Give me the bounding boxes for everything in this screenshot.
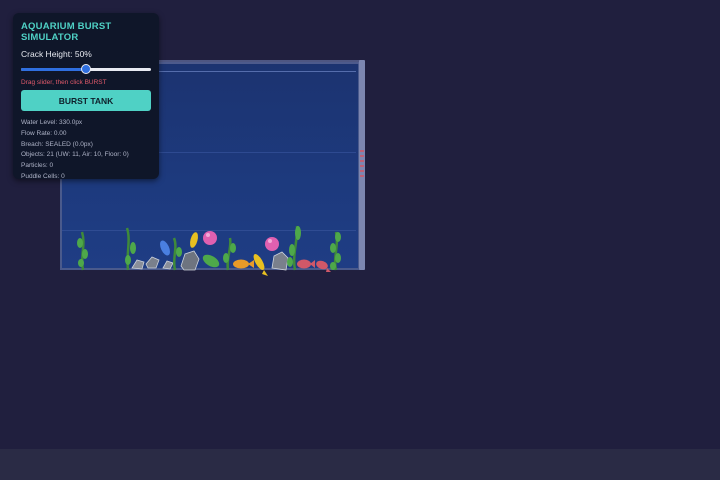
- stat-water-level: Water Level: 330.0px: [21, 119, 83, 126]
- rock-3: [162, 260, 174, 270]
- rock-1: [131, 259, 145, 270]
- bubble-2: [265, 237, 279, 251]
- crack-height-slider[interactable]: [21, 62, 151, 76]
- stat-flow-rate: Flow Rate: 0.00: [21, 129, 67, 137]
- crack-height-label: Crack Height: 50%: [21, 49, 92, 59]
- fish-4: [233, 259, 254, 269]
- plant-1: [77, 231, 88, 271]
- stat-breach: Breach: SEALED (0.0px): [21, 140, 93, 148]
- burst-tank-button[interactable]: BURST TANK: [21, 90, 151, 111]
- stat-puddle-cells: Puddle Cells: 0: [21, 172, 65, 180]
- fish-3: [202, 254, 220, 268]
- rock-2: [145, 256, 160, 269]
- plant-6: [330, 231, 341, 271]
- rock-5: [271, 251, 289, 271]
- slider-thumb[interactable]: [81, 64, 91, 74]
- fish-7: [316, 260, 331, 272]
- panel-title: AQUARIUM BURST SIMULATOR: [21, 21, 112, 43]
- control-panel: AQUARIUM BURST SIMULATOR Crack Height: 5…: [13, 13, 159, 180]
- bubble-1: [203, 231, 217, 245]
- slider-fill: [21, 68, 86, 71]
- stat-objects: Objects: 21 (UW: 11, Air: 10, Floor: 0): [21, 151, 129, 159]
- stats-list: Water Level: 330.0px Flow Rate: 0.00 Bre…: [21, 118, 151, 183]
- hint-text: Drag slider, then click BURST: [21, 79, 107, 86]
- fish-2: [190, 232, 198, 248]
- plant-3: [172, 237, 182, 271]
- fish-1: [160, 240, 170, 256]
- stat-particles: Particles: 0: [21, 162, 54, 170]
- rock-4: [180, 250, 200, 271]
- fish-6: [297, 259, 315, 269]
